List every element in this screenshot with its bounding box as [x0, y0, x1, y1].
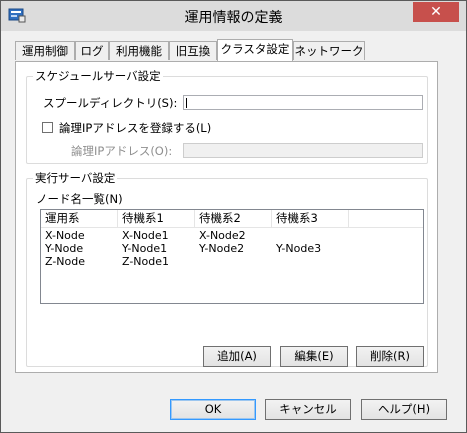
logical-ip-input[interactable] — [183, 143, 423, 158]
cluster-settings-panel: スケジュールサーバ設定 スプールディレクトリ(S): 論理IPアドレスを登録する… — [15, 61, 438, 373]
cell-standby3: Y-Node3 — [276, 242, 322, 255]
spool-directory-label: スプールディレクトリ(S): — [43, 96, 178, 110]
column-header-primary[interactable]: 運用系 — [41, 210, 118, 227]
tab-cluster-settings[interactable]: クラスタ設定 — [217, 39, 293, 61]
help-button[interactable]: ヘルプ(H) — [361, 399, 447, 420]
node-list[interactable]: 運用系 待機系1 待機系2 待機系3 X-Node X-Node1 X-Node… — [40, 209, 424, 304]
add-button[interactable]: 追加(A) — [203, 346, 271, 367]
delete-button[interactable]: 削除(R) — [356, 346, 424, 367]
register-logical-ip-label[interactable]: 論理IPアドレスを登録する(L) — [59, 120, 211, 136]
column-header-standby1[interactable]: 待機系1 — [118, 210, 195, 227]
register-logical-ip-checkbox[interactable] — [42, 122, 53, 133]
tab-network[interactable]: ネットワーク — [293, 41, 365, 60]
table-row[interactable]: Z-Node Z-Node1 — [41, 255, 423, 268]
dialog-window: 運用情報の定義 ✕ 運用制御 ログ 利用機能 旧互換 クラスタ設定 ネットワーク… — [0, 0, 467, 433]
column-header-standby3[interactable]: 待機系3 — [272, 210, 349, 227]
cell-standby2: X-Node2 — [199, 229, 246, 242]
logical-ip-label: 論理IPアドレス(O): — [71, 144, 173, 158]
dialog-client: 運用制御 ログ 利用機能 旧互換 クラスタ設定 ネットワーク スケジュールサーバ… — [8, 31, 459, 427]
edit-button[interactable]: 編集(E) — [280, 346, 348, 367]
cell-primary: Z-Node — [45, 255, 86, 268]
spool-directory-input[interactable] — [183, 95, 423, 110]
close-icon: ✕ — [430, 4, 442, 20]
cell-primary: X-Node — [45, 229, 85, 242]
window-title: 運用情報の定義 — [184, 10, 283, 26]
text-caret — [186, 98, 187, 108]
node-list-header: 運用系 待機系1 待機系2 待機系3 — [41, 210, 423, 228]
ok-button[interactable]: OK — [170, 399, 256, 420]
cancel-button[interactable]: キャンセル — [265, 399, 351, 420]
tab-log[interactable]: ログ — [75, 41, 109, 60]
title-bar[interactable]: 運用情報の定義 ✕ — [1, 1, 466, 31]
cell-standby1: Y-Node1 — [122, 242, 168, 255]
cell-standby1: Z-Node1 — [122, 255, 170, 268]
schedule-server-group-title: スケジュールサーバ設定 — [35, 69, 161, 83]
tab-operation-control[interactable]: 運用制御 — [15, 41, 75, 60]
cell-primary: Y-Node — [45, 242, 84, 255]
table-row[interactable]: X-Node X-Node1 X-Node2 — [41, 229, 423, 242]
cell-standby1: X-Node1 — [122, 229, 169, 242]
close-button[interactable]: ✕ — [413, 2, 459, 22]
cell-standby2: Y-Node2 — [199, 242, 245, 255]
exec-server-group-title: 実行サーバ設定 — [35, 171, 116, 185]
node-list-label: ノード名一覧(N) — [36, 192, 123, 206]
tab-compat[interactable]: 旧互換 — [169, 41, 217, 60]
tab-features[interactable]: 利用機能 — [109, 41, 169, 60]
column-header-standby2[interactable]: 待機系2 — [195, 210, 272, 227]
table-row[interactable]: Y-Node Y-Node1 Y-Node2 Y-Node3 — [41, 242, 423, 255]
